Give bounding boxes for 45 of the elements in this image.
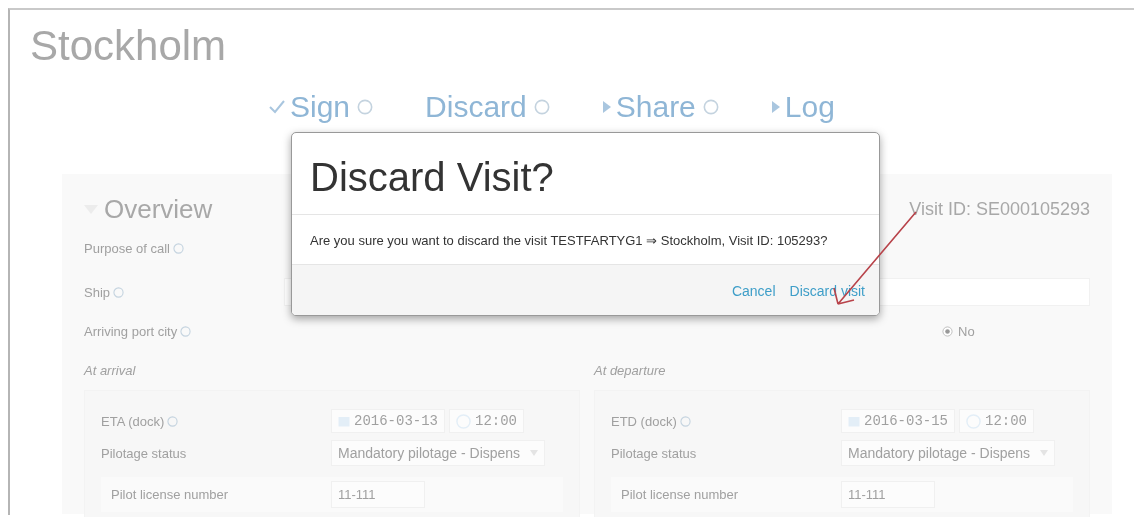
check-icon — [268, 99, 286, 115]
section-title: At departure — [594, 363, 666, 378]
action-link[interactable]: Discard — [425, 90, 527, 124]
help-icon — [113, 286, 125, 298]
license-input[interactable]: 11-111 — [841, 481, 935, 508]
field-label: ETD (dock) — [611, 413, 677, 429]
field-label: ETA (dock) — [101, 413, 165, 429]
field-label: Pilot license number — [111, 487, 230, 502]
visit-id: Visit ID: SE000105293 — [909, 199, 1090, 220]
caret-icon — [1040, 450, 1049, 456]
field-label: Pilot license number — [621, 487, 740, 502]
action-link[interactable]: Sign — [290, 90, 351, 124]
port-title: Stockholm — [30, 22, 227, 70]
pilotage-select[interactable]: Mandatory pilotage - Dispens — [331, 440, 546, 466]
radio-button[interactable] — [942, 325, 953, 337]
calendar-icon — [338, 415, 350, 427]
dialog-message: Are you sure you want to discard the visit TESTFARTYG1 ⇒ Stockholm, Visit ID: 105293? — [310, 233, 828, 248]
dialog-title: Discard Visit? — [310, 155, 554, 200]
action-link[interactable]: Log — [784, 90, 835, 124]
help-icon — [167, 415, 179, 427]
date-field[interactable]: 2016-03-13 — [331, 409, 445, 433]
action-link[interactable]: Share — [615, 90, 696, 124]
help-icon — [679, 415, 691, 427]
help-icon — [173, 242, 184, 254]
field-label: Ship — [84, 284, 111, 300]
date-field[interactable]: 2016-03-15 — [841, 409, 955, 433]
time-field[interactable]: 12:00 — [959, 409, 1035, 433]
section-title: At arrival — [84, 363, 136, 378]
caret-icon — [770, 100, 781, 114]
field-label: Arriving port city — [84, 323, 178, 339]
license-input[interactable]: 11-111 — [331, 481, 425, 508]
field-label: Pilotage status — [101, 445, 188, 461]
clock-icon — [966, 413, 981, 429]
radio-label: No — [958, 323, 975, 339]
caret-icon — [530, 450, 539, 456]
pilotage-select[interactable]: Mandatory pilotage - Dispens — [841, 440, 1056, 466]
clock-icon — [456, 413, 471, 429]
dialog-link-button[interactable]: Cancel — [731, 283, 776, 299]
help-icon — [180, 325, 192, 337]
calendar-icon — [848, 415, 860, 427]
section-heading: Overview — [104, 194, 213, 225]
field-label: Pilotage status — [611, 445, 698, 461]
field-label: Purpose of call — [84, 240, 170, 256]
time-field[interactable]: 12:00 — [449, 409, 525, 433]
caret-icon — [601, 100, 612, 114]
